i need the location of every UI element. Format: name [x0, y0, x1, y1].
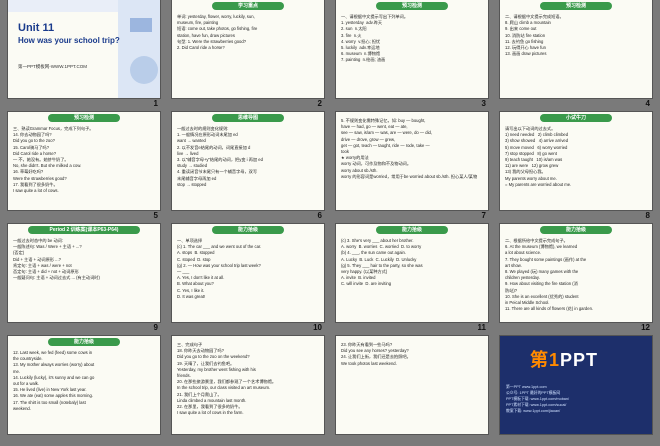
slide-header-bar: 思维导图	[172, 112, 324, 124]
slide-number: 4	[645, 99, 650, 108]
slide-header: 预习检测	[540, 2, 612, 10]
slide-body: 5. 不规则变化需特殊记忆，如: buy — bought, have — ha…	[341, 118, 478, 179]
slide-2-canvas: 学习重点 单词: yesterday, flower, worry, lucki…	[172, 0, 324, 98]
slide-header-bar: 能力拾级	[336, 224, 488, 236]
slide-body: 一般过去时态中的 be 动词: 一般陈述句: Was / Were + 主语 +…	[13, 238, 100, 281]
logo-part-b: PPT	[560, 350, 599, 370]
slide-10-canvas: 能力拾级 一、单项选择 (c) 1. The car ___ and we we…	[172, 224, 324, 322]
slide-4-canvas: 预习检测 二、请根据中文提示完成短语。 8. 爬山 climb a mounta…	[500, 0, 652, 98]
slide-body: (c) 3. She's very ___ about her brother.…	[341, 238, 423, 287]
slide-header: 预习检测	[376, 2, 448, 10]
slide-number: 3	[481, 99, 486, 108]
slide-body: 第一PPT www.1ppt.com 公众号: 1PPT 最好的PPT模板网 P…	[506, 385, 570, 413]
slide-body: 23. 你昨天有看到一些马吗? Did you see any horses? …	[341, 342, 411, 366]
slide-number: 1	[153, 99, 158, 108]
slide-thumb-11[interactable]: 能力拾级 (c) 3. She's very ___ about her bro…	[336, 224, 488, 334]
slide-number: 8	[645, 211, 650, 220]
slide-thumb-4[interactable]: 预习检测 二、请根据中文提示完成短语。 8. 爬山 climb a mounta…	[500, 0, 652, 110]
slide-header-bar: 预习检测	[500, 0, 652, 12]
slide-header: 能力拾级	[48, 338, 120, 346]
slide-thumb-16[interactable]: 第1PPT 第一PPT www.1ppt.com 公众号: 1PPT 最好的PP…	[500, 336, 652, 446]
slide-number: 10	[313, 323, 322, 332]
slide-6-canvas: 思维导图 一般过去时的规则变化规则: 1. 一般情况在原形动词末尾加 ed wa…	[172, 112, 324, 210]
slide-number: 5	[153, 211, 158, 220]
slide-body: 12. Last week, we fed (feed) some cows i…	[13, 350, 95, 411]
slide-12-canvas: 能力拾级 二、根据所给中文提示完成句子。 6. At the museum (博…	[500, 224, 652, 322]
slide-header-bar: 预习检测	[336, 0, 488, 12]
slide-thumb-9[interactable]: Period 2 训练案(课本P63-P64) 一般过去时态中的 be 动词: …	[8, 224, 160, 334]
slide-7-canvas: 5. 不规则变化需特殊记忆，如: buy — bought, have — ha…	[336, 112, 488, 210]
slide-number: 11	[477, 323, 486, 332]
slide-header-bar: 能力拾级	[172, 224, 324, 236]
slide-5-canvas: 预习检测 三、熟读Grammar Focus，完成下列句子。 14. 你去动物园…	[8, 112, 160, 210]
slide-body: 一、单项选择 (c) 1. The car ___ and we went ou…	[177, 238, 262, 299]
slide-9-canvas: Period 2 训练案(课本P63-P64) 一般过去时态中的 be 动词: …	[8, 224, 160, 322]
slide-number: 7	[481, 211, 486, 220]
logo: 第1PPT	[530, 346, 598, 372]
slide-1-url: 第一PPT模板网-WWW.1PPT.COM	[18, 64, 87, 69]
slide-header: 预习检测	[48, 114, 120, 122]
logo-part-a: 第1	[530, 350, 561, 370]
slide-header: 能力拾级	[212, 226, 284, 234]
slide-14-canvas: 三、完成句子 18. 你昨天去动物园了吗? Did you go to the …	[172, 336, 324, 434]
slide-thumb-3[interactable]: 预习检测 一、请根据中文提示写出下列单词。 1. yesterday adv.昨…	[336, 0, 488, 110]
slide-1-title: Unit 11	[18, 22, 55, 34]
slide-number: 9	[153, 323, 158, 332]
slide-thumb-15[interactable]: 23. 你昨天有看到一些马吗? Did you see any horses? …	[336, 336, 488, 446]
decoration-icon	[118, 0, 160, 98]
slide-header: 学习重点	[212, 2, 284, 10]
slide-thumb-10[interactable]: 能力拾级 一、单项选择 (c) 1. The car ___ and we we…	[172, 224, 324, 334]
slide-thumb-5[interactable]: 预习检测 三、熟读Grammar Focus，完成下列句子。 14. 你去动物园…	[8, 112, 160, 222]
slide-body: 三、熟读Grammar Focus，完成下列句子。 14. 你去动物园了吗? D…	[13, 126, 94, 194]
slide-thumb-6[interactable]: 思维导图 一般过去时的规则变化规则: 1. 一般情况在原形动词末尾加 ed wa…	[172, 112, 324, 222]
slide-header-bar: 预习检测	[8, 112, 160, 124]
slide-thumb-2[interactable]: 学习重点 单词: yesterday, flower, worry, lucki…	[172, 0, 324, 110]
slide-header-bar: 学习重点	[172, 0, 324, 12]
slide-16-canvas: 第1PPT 第一PPT www.1ppt.com 公众号: 1PPT 最好的PP…	[500, 336, 652, 434]
slide-thumb-14[interactable]: 三、完成句子 18. 你昨天去动物园了吗? Did you go to the …	[172, 336, 324, 446]
slide-body: 三、完成句子 18. 你昨天去动物园了吗? Did you go to the …	[177, 342, 277, 416]
slide-header: 能力拾级	[540, 226, 612, 234]
slide-header-bar: 能力拾级	[500, 224, 652, 236]
slide-thumb-7[interactable]: 5. 不规则变化需特殊记忆，如: buy — bought, have — ha…	[336, 112, 488, 222]
slide-1-subtitle: How was your school trip?	[18, 36, 120, 45]
slide-body: 请写出以下动词的过去式。 1) need needed 2) climb cli…	[505, 126, 572, 187]
slide-body: 一般过去时的规则变化规则: 1. 一般情况在原形动词末尾加 ed want → …	[177, 126, 263, 187]
slide-8-canvas: 小试牛刀 请写出以下动词的过去式。 1) need needed 2) clim…	[500, 112, 652, 210]
slide-body: 一、请根据中文提示写出下列单词。 1. yesterday adv.昨天 2. …	[341, 14, 409, 63]
slide-11-canvas: 能力拾级 (c) 3. She's very ___ about her bro…	[336, 224, 488, 322]
slide-header-bar: 能力拾级	[8, 336, 160, 348]
slide-header: 能力拾级	[376, 226, 448, 234]
slide-1-canvas: Unit 11 How was your school trip? 第一PPT模…	[8, 0, 160, 98]
slide-number: 2	[317, 99, 322, 108]
slide-13-canvas: 能力拾级 12. Last week, we fed (feed) some c…	[8, 336, 160, 434]
slide-3-canvas: 预习检测 一、请根据中文提示写出下列单词。 1. yesterday adv.昨…	[336, 0, 488, 98]
slide-header: Period 2 训练案(课本P63-P64)	[28, 226, 140, 234]
slide-thumb-1[interactable]: Unit 11 How was your school trip? 第一PPT模…	[8, 0, 160, 110]
slide-thumb-12[interactable]: 能力拾级 二、根据所给中文提示完成句子。 6. At the museum (博…	[500, 224, 652, 334]
slide-15-canvas: 23. 你昨天有看到一些马吗? Did you see any horses? …	[336, 336, 488, 434]
slide-body: 单词: yesterday, flower, worry, luckily, s…	[177, 14, 258, 51]
slide-header-bar: Period 2 训练案(课本P63-P64)	[8, 224, 160, 236]
slide-thumb-13[interactable]: 能力拾级 12. Last week, we fed (feed) some c…	[8, 336, 160, 446]
slide-body: 二、请根据中文提示完成短语。 8. 爬山 climb a mountain 9.…	[505, 14, 564, 57]
slide-number: 12	[641, 323, 650, 332]
slide-header: 思维导图	[212, 114, 284, 122]
slide-thumb-8[interactable]: 小试牛刀 请写出以下动词的过去式。 1) need needed 2) clim…	[500, 112, 652, 222]
slide-body: 二、根据所给中文提示完成句子。 6. At the museum (博物馆), …	[505, 238, 594, 312]
slide-header-bar: 小试牛刀	[500, 112, 652, 124]
slide-header: 小试牛刀	[540, 114, 612, 122]
slide-number: 6	[317, 211, 322, 220]
